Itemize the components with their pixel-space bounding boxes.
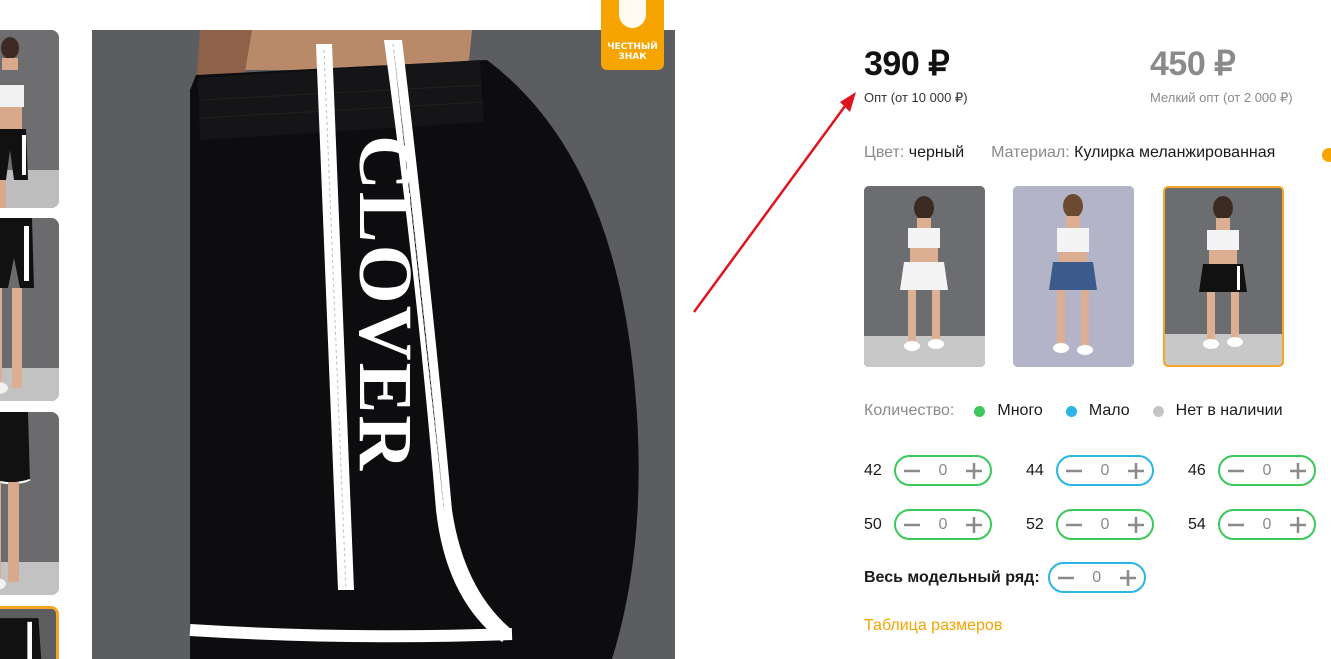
annotation-arrow [692, 92, 856, 313]
grey-dot-icon [1152, 405, 1164, 417]
quantity-stepper: 0 [894, 455, 992, 486]
quantity-value[interactable]: 0 [1263, 516, 1272, 534]
badge-line-1: ЧЕСТНЫЙ [607, 42, 658, 52]
size-row-52: 52 0 [1026, 509, 1154, 540]
quantity-value[interactable]: 0 [1101, 516, 1110, 534]
plus-icon[interactable] [1124, 459, 1148, 483]
minus-icon[interactable] [1062, 513, 1086, 537]
gallery-thumbnail[interactable] [0, 412, 59, 595]
whole-range-row: Весь модельный ряд: 0 [864, 562, 1146, 593]
color-label: Цвет: [864, 144, 905, 161]
gallery-thumbnail-active[interactable] [0, 606, 59, 659]
size-row-46: 46 0 [1188, 455, 1316, 486]
size-label: 52 [1026, 515, 1044, 533]
quantity-stepper: 0 [1218, 509, 1316, 540]
color-variant-black-selected[interactable] [1163, 186, 1284, 367]
size-label: 42 [864, 461, 882, 479]
minus-icon[interactable] [1224, 513, 1248, 537]
material-label: Материал: [991, 144, 1070, 161]
quantity-value[interactable]: 0 [939, 462, 948, 480]
quantity-value[interactable]: 0 [1092, 569, 1101, 587]
minus-icon[interactable] [1224, 459, 1248, 483]
size-row-54: 54 0 [1188, 509, 1316, 540]
legend-text-few: Мало [1088, 402, 1130, 419]
availability-label: Количество: [864, 402, 955, 419]
chestny-znak-icon [619, 0, 646, 28]
size-row-50: 50 0 [864, 509, 992, 540]
shorts-print-text: CLOVER [343, 135, 427, 472]
plus-icon[interactable] [962, 459, 986, 483]
green-dot-icon [974, 405, 986, 417]
wholesale-price-value: 390 ₽ [864, 45, 950, 83]
minus-icon[interactable] [1062, 459, 1086, 483]
quantity-stepper: 0 [894, 509, 992, 540]
color-value: черный [908, 144, 965, 161]
quantity-stepper: 0 [1056, 455, 1154, 486]
gallery-thumbnail[interactable] [0, 30, 59, 208]
quantity-value[interactable]: 0 [939, 516, 948, 534]
quantity-value[interactable]: 0 [1263, 462, 1272, 480]
legend-item-none: Нет в наличии [1152, 402, 1283, 420]
minus-icon[interactable] [900, 513, 924, 537]
small-wholesale-price: 450 ₽ Мелкий опт (от 2 000 ₽) [1150, 46, 1293, 106]
gallery-thumbnail[interactable] [0, 218, 59, 401]
quantity-value[interactable]: 0 [1101, 462, 1110, 480]
size-label: 44 [1026, 461, 1044, 479]
size-row-44: 44 0 [1026, 455, 1154, 486]
thumbnail-strip [0, 0, 60, 659]
plus-icon[interactable] [962, 513, 986, 537]
size-label: 50 [864, 515, 882, 533]
whole-range-label: Весь модельный ряд: [864, 568, 1040, 586]
quantity-stepper: 0 [1218, 455, 1316, 486]
wholesale-price: 390 ₽ Опт (от 10 000 ₽) [864, 46, 968, 106]
legend-text-none: Нет в наличии [1175, 402, 1283, 419]
whole-range-stepper: 0 [1047, 562, 1146, 593]
quantity-stepper: 0 [1056, 509, 1154, 540]
minus-icon[interactable] [1054, 566, 1078, 590]
color-variant-white[interactable] [864, 186, 985, 367]
size-label: 54 [1188, 515, 1206, 533]
size-row-42: 42 0 [864, 455, 992, 486]
product-attributes: Цвет: черный Материал: Кулирка меланжиро… [864, 144, 1331, 162]
badge-line-2: ЗНАК [618, 52, 647, 62]
plus-icon[interactable] [1124, 513, 1148, 537]
main-product-photo[interactable]: CLOVER [92, 30, 675, 659]
legend-item-many: Много [974, 402, 1043, 420]
blue-dot-icon [1065, 405, 1077, 417]
chestny-znak-badge: ЧЕСТНЫЙ ЗНАК [601, 0, 664, 70]
plus-icon[interactable] [1286, 513, 1310, 537]
legend-item-few: Мало [1065, 402, 1130, 420]
minus-icon[interactable] [900, 459, 924, 483]
material-value: Кулирка меланжированная [1074, 144, 1276, 161]
small-wholesale-price-value: 450 ₽ [1150, 45, 1236, 83]
small-wholesale-price-caption: Мелкий опт (от 2 000 ₽) [1150, 90, 1293, 105]
size-table-link[interactable]: Таблица размеров [864, 617, 1002, 635]
color-variant-blue[interactable] [1013, 186, 1134, 367]
size-label: 46 [1188, 461, 1206, 479]
availability-legend: Количество: Много Мало Нет в наличии [864, 402, 1306, 420]
legend-text-many: Много [997, 402, 1043, 419]
info-dot-icon[interactable] [1322, 148, 1331, 162]
plus-icon[interactable] [1116, 566, 1140, 590]
plus-icon[interactable] [1286, 459, 1310, 483]
wholesale-price-caption: Опт (от 10 000 ₽) [864, 90, 968, 105]
